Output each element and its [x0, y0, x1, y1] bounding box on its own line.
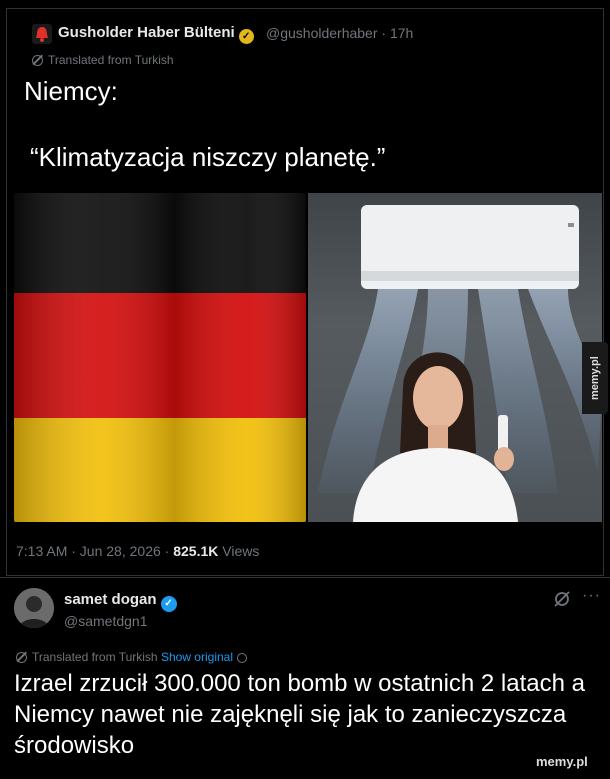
tweet1-text-line1: Niemcy: — [24, 76, 118, 106]
more-options-icon[interactable]: ··· — [582, 587, 601, 605]
bell-avatar-icon[interactable] — [32, 24, 52, 44]
show-original-link[interactable]: Show original — [161, 650, 233, 664]
tweet1-meta: 7:13 AM · Jun 28, 2026 · 825.1K Views — [16, 543, 260, 559]
views-count: 825.1K — [173, 543, 219, 559]
translate-icon — [16, 652, 27, 663]
tweet1-display-name[interactable]: Gusholder Haber Bülteni ✓ — [58, 24, 254, 44]
side-watermark: memy.pl — [582, 342, 608, 414]
settings-icon[interactable] — [237, 653, 247, 663]
avatar[interactable] — [14, 588, 54, 628]
grok-icon[interactable] — [553, 590, 571, 608]
tweet2-display-name[interactable]: samet dogan ✓ — [64, 591, 177, 612]
air-conditioner-woman-image[interactable] — [308, 193, 602, 522]
german-flag-image[interactable] — [14, 193, 306, 522]
tweet2-translated-label: Translated from Turkish Show original — [16, 650, 247, 664]
blue-verified-icon: ✓ — [160, 596, 177, 612]
tweet2-handle[interactable]: @sametdgn1 — [64, 613, 147, 629]
tweet1-handle-time[interactable]: @gusholderhaber · 17h — [266, 25, 413, 41]
tweet1-text-line2: “Klimatyzacja niszczy planetę.” — [30, 142, 386, 172]
gold-verified-icon: ✓ — [238, 29, 254, 44]
tweet1-translated-label: Translated from Turkish — [32, 53, 174, 67]
tweet2-text: Izrael zrzucił 300.000 ton bomb w ostatn… — [14, 670, 585, 759]
translate-icon — [32, 55, 43, 66]
divider — [0, 577, 610, 578]
bottom-watermark: memy.pl — [536, 754, 588, 769]
